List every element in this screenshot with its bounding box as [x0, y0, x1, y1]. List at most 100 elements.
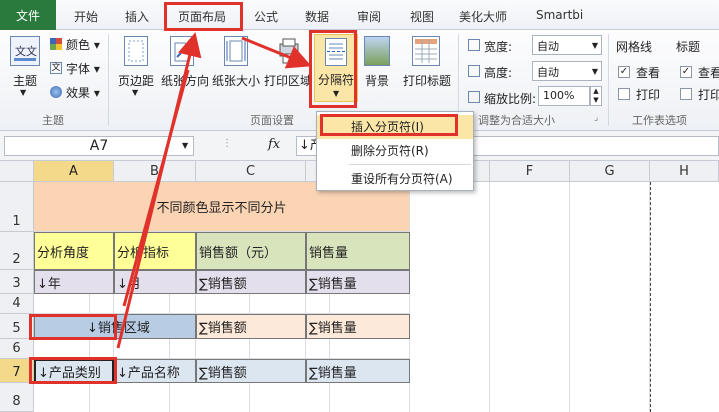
tab-home[interactable]: 开始 — [74, 8, 98, 25]
cell-d6[interactable] — [306, 339, 410, 359]
cell-a3[interactable]: ↓年 — [34, 270, 114, 294]
cell-b3[interactable]: ↓月 — [114, 270, 196, 294]
cell-d3[interactable]: ∑销售量 — [306, 270, 410, 294]
tab-insert[interactable]: 插入 — [125, 8, 149, 25]
tab-smartbi[interactable]: Smartbi — [536, 8, 583, 22]
header-cell-a[interactable]: 分析角度 — [34, 232, 114, 270]
cell-a5-merged[interactable]: ↓销售区域 — [34, 314, 196, 339]
page-break-line — [650, 182, 651, 412]
effects-icon — [50, 86, 62, 98]
cell-d7[interactable]: ∑销售量 — [306, 359, 410, 383]
tab-data[interactable]: 数据 — [305, 8, 329, 25]
print-area-button[interactable]: 打印区域 — [262, 72, 314, 89]
orientation-button[interactable]: 纸张方向 — [160, 72, 210, 89]
column-header-a[interactable]: A — [34, 161, 114, 182]
cell-c5[interactable]: ∑销售额 — [196, 314, 306, 339]
cell-c6[interactable] — [196, 339, 306, 359]
scale-input[interactable]: 100% — [538, 86, 590, 106]
effects-label: 效果 — [66, 86, 91, 100]
gridlines-view-checkbox[interactable]: ✓ — [618, 66, 630, 78]
cell-c3[interactable]: ∑销售额 — [196, 270, 306, 294]
row-header-8[interactable]: 8 — [0, 383, 34, 412]
cell-a6[interactable] — [34, 339, 114, 359]
fonts-button[interactable]: 字体 ▾ — [66, 60, 100, 77]
row-header-6[interactable]: 6 — [0, 339, 34, 359]
breaks-label: 分隔符 — [317, 73, 354, 87]
scale-group-label: 调整为合适大小 — [478, 114, 555, 127]
width-value: 自动 — [537, 40, 559, 53]
cell-c7[interactable]: ∑销售额 — [196, 359, 306, 383]
row-header-7[interactable]: 7 — [0, 359, 34, 383]
cell-b7[interactable]: ↓产品名称 — [114, 359, 196, 383]
breaks-dropdown-menu: 插入分页符(I) 删除分页符(R) 重设所有分页符(A) — [316, 111, 474, 191]
headings-view-checkbox[interactable]: ✓ — [680, 66, 692, 78]
tab-file[interactable]: 文件 — [0, 0, 56, 30]
cell-a4[interactable] — [34, 294, 114, 314]
cell-c4[interactable] — [196, 294, 306, 314]
tab-beautify-master[interactable]: 美化大师 — [459, 8, 507, 25]
row-header-3[interactable]: 3 — [0, 270, 34, 294]
svg-text:文文: 文文 — [15, 44, 37, 58]
column-header-g[interactable]: G — [570, 161, 650, 182]
themes-button[interactable]: 主题 — [8, 72, 42, 89]
header-cell-d[interactable]: 销售量 — [306, 232, 410, 270]
select-all-corner[interactable] — [0, 161, 34, 182]
background-button[interactable]: 背景 — [360, 72, 394, 89]
headings-print-checkbox[interactable] — [680, 88, 692, 100]
colors-button[interactable]: 颜色 ▾ — [66, 36, 100, 53]
gridlines-print-checkbox[interactable] — [618, 88, 630, 100]
paper-size-button[interactable]: 纸张大小 — [210, 72, 262, 89]
gridlines-label: 网格线 — [616, 40, 653, 54]
column-header-b[interactable]: B — [114, 161, 196, 182]
scale-label: 缩放比例: — [484, 92, 537, 106]
background-icon — [364, 36, 390, 66]
height-value: 自动 — [537, 66, 559, 79]
row-header-4[interactable]: 4 — [0, 294, 34, 314]
breaks-button[interactable]: 分隔符 ▼ — [314, 34, 358, 102]
ribbon-tab-bar: 文件 开始 插入 页面布局 公式 数据 审阅 视图 美化大师 Smartbi — [0, 0, 719, 30]
cell-b6[interactable] — [114, 339, 196, 359]
column-header-h[interactable]: H — [650, 161, 719, 182]
gridlines-print-label: 打印 — [636, 88, 661, 102]
colors-label: 颜色 — [66, 38, 91, 52]
remove-page-break-item[interactable]: 删除分页符(R) — [317, 139, 473, 163]
print-titles-icon — [412, 36, 440, 66]
scale-value: 100% — [543, 89, 575, 102]
print-area-icon — [276, 36, 302, 66]
chevron-down-icon[interactable]: ▼ — [182, 141, 188, 150]
cell-d4[interactable] — [306, 294, 410, 314]
sheet-options-group-label: 工作表选项 — [632, 114, 687, 127]
tab-formulas[interactable]: 公式 — [254, 8, 278, 25]
column-header-f[interactable]: F — [490, 161, 570, 182]
row-header-1[interactable]: 1 — [0, 182, 34, 232]
insert-page-break-item[interactable]: 插入分页符(I) — [317, 115, 473, 139]
dialog-launcher-icon[interactable]: ⌟ — [594, 113, 598, 123]
chevron-down-icon: ▼ — [20, 88, 27, 97]
margins-button[interactable]: 页边距 — [114, 72, 158, 89]
header-cell-b[interactable]: 分析指标 — [114, 232, 196, 270]
insert-function-icon[interactable]: fx — [268, 137, 280, 152]
width-icon — [468, 39, 480, 51]
scale-spinner[interactable]: ▲ ▼ — [590, 86, 602, 106]
group-separator — [608, 34, 609, 126]
header-cell-c[interactable]: 销售额（元） — [196, 232, 306, 270]
tab-view[interactable]: 视图 — [410, 8, 434, 25]
cell-d5[interactable]: ∑销售量 — [306, 314, 410, 339]
row-header-2[interactable]: 2 — [0, 232, 34, 270]
height-select[interactable]: 自动 ▼ — [532, 61, 602, 81]
row-header-5[interactable]: 5 — [0, 314, 34, 339]
cell-a7-selected[interactable]: ↓产品类别 — [34, 359, 114, 383]
headings-view-label: 查看 — [698, 66, 719, 80]
headings-print-label: 打印 — [698, 88, 719, 102]
print-titles-button[interactable]: 打印标题 — [398, 72, 456, 89]
width-select[interactable]: 自动 ▼ — [532, 35, 602, 55]
effects-button[interactable]: 效果 ▾ — [66, 84, 100, 101]
name-box[interactable]: A7 — [4, 136, 194, 156]
column-header-c[interactable]: C — [196, 161, 306, 182]
tab-review[interactable]: 审阅 — [357, 8, 381, 25]
spreadsheet-grid: A B C D E F G H 1 2 3 4 5 6 7 8 不同颜色显示不同… — [0, 161, 719, 412]
headings-label: 标题 — [676, 40, 701, 54]
cell-b4[interactable] — [114, 294, 196, 314]
tab-page-layout[interactable]: 页面布局 — [178, 8, 226, 25]
reset-all-page-breaks-item[interactable]: 重设所有分页符(A) — [317, 167, 473, 191]
